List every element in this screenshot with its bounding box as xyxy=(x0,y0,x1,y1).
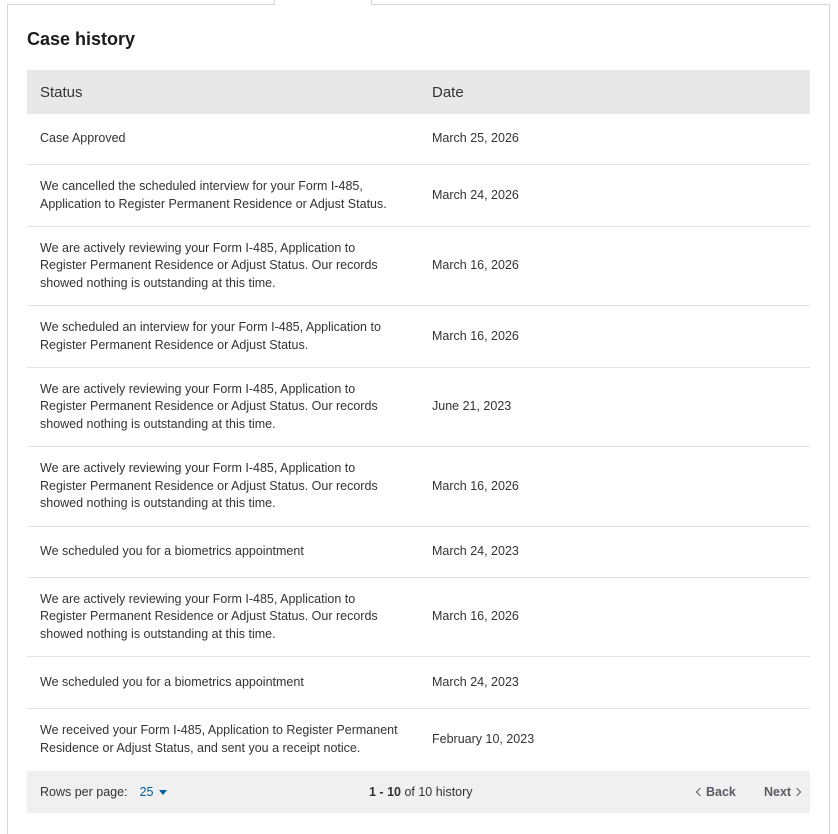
date-cell: February 10, 2023 xyxy=(432,731,535,746)
tab-divider xyxy=(7,4,275,5)
table-row: Case Approved March 25, 2026 xyxy=(27,114,810,165)
date-cell: March 16, 2026 xyxy=(432,258,519,273)
status-cell: We received your Form I-485, Application… xyxy=(40,723,398,755)
date-cell: March 24, 2026 xyxy=(432,187,519,202)
pagination-bar: Rows per page: 25 1 - 10 of 10 history B… xyxy=(27,771,810,813)
date-cell: March 25, 2026 xyxy=(432,131,519,146)
case-history-table: Status Date Case Approved March 25, 2026… xyxy=(27,70,810,770)
rows-per-page-label: Rows per page: xyxy=(40,785,128,799)
date-cell: March 16, 2026 xyxy=(432,478,519,493)
table-row: We scheduled an interview for your Form … xyxy=(27,306,810,368)
page-title: Case history xyxy=(27,29,136,49)
table-row: We received your Form I-485, Application… xyxy=(27,709,810,770)
status-cell: We scheduled you for a biometrics appoin… xyxy=(40,544,304,559)
pagination-range: 1 - 10 of 10 history xyxy=(369,785,473,799)
date-column-header: Date xyxy=(432,83,464,101)
table-row: We are actively reviewing your Form I-48… xyxy=(27,578,810,657)
date-cell: March 16, 2026 xyxy=(432,328,519,343)
status-cell: Case Approved xyxy=(40,131,126,146)
status-cell: We are actively reviewing your Form I-48… xyxy=(40,240,378,290)
next-button[interactable]: Next xyxy=(764,785,802,799)
status-cell: We are actively reviewing your Form I-48… xyxy=(40,461,378,511)
range-of: of xyxy=(400,785,419,799)
next-label: Next xyxy=(764,785,792,799)
status-cell: We cancelled the scheduled interview for… xyxy=(40,179,387,211)
back-button[interactable]: Back xyxy=(695,785,736,799)
status-column-header: Status xyxy=(40,83,83,101)
range-start: 1 xyxy=(369,785,376,799)
table-row: We are actively reviewing your Form I-48… xyxy=(27,447,810,527)
rows-per-page-select[interactable]: 25 xyxy=(140,785,168,799)
status-cell: We are actively reviewing your Form I-48… xyxy=(40,591,378,641)
range-total: 10 xyxy=(418,785,433,799)
table-header: Status Date xyxy=(27,70,810,114)
range-end: 10 xyxy=(387,785,401,799)
date-cell: March 24, 2023 xyxy=(432,544,519,559)
chevron-left-icon xyxy=(695,787,705,797)
tab-edge xyxy=(371,0,372,5)
tab-edge xyxy=(274,0,275,5)
status-cell: We scheduled an interview for your Form … xyxy=(40,320,381,352)
table-row: We scheduled you for a biometrics appoin… xyxy=(27,657,810,709)
table-row: We scheduled you for a biometrics appoin… xyxy=(27,527,810,578)
status-cell: We scheduled you for a biometrics appoin… xyxy=(40,674,304,689)
date-cell: June 21, 2023 xyxy=(432,399,512,414)
tab-divider xyxy=(371,4,830,5)
back-label: Back xyxy=(706,785,736,799)
table-row: We cancelled the scheduled interview for… xyxy=(27,165,810,227)
rows-per-page-value: 25 xyxy=(139,785,154,799)
date-cell: March 16, 2026 xyxy=(432,609,519,624)
table-row: We are actively reviewing your Form I-48… xyxy=(27,368,810,447)
range-suffix: history xyxy=(432,785,473,799)
status-cell: We are actively reviewing your Form I-48… xyxy=(40,381,378,431)
date-cell: March 24, 2023 xyxy=(432,674,519,689)
table-row: We are actively reviewing your Form I-48… xyxy=(27,227,810,306)
chevron-right-icon xyxy=(792,787,802,797)
range-separator: - xyxy=(375,785,388,799)
caret-down-icon xyxy=(159,789,168,795)
